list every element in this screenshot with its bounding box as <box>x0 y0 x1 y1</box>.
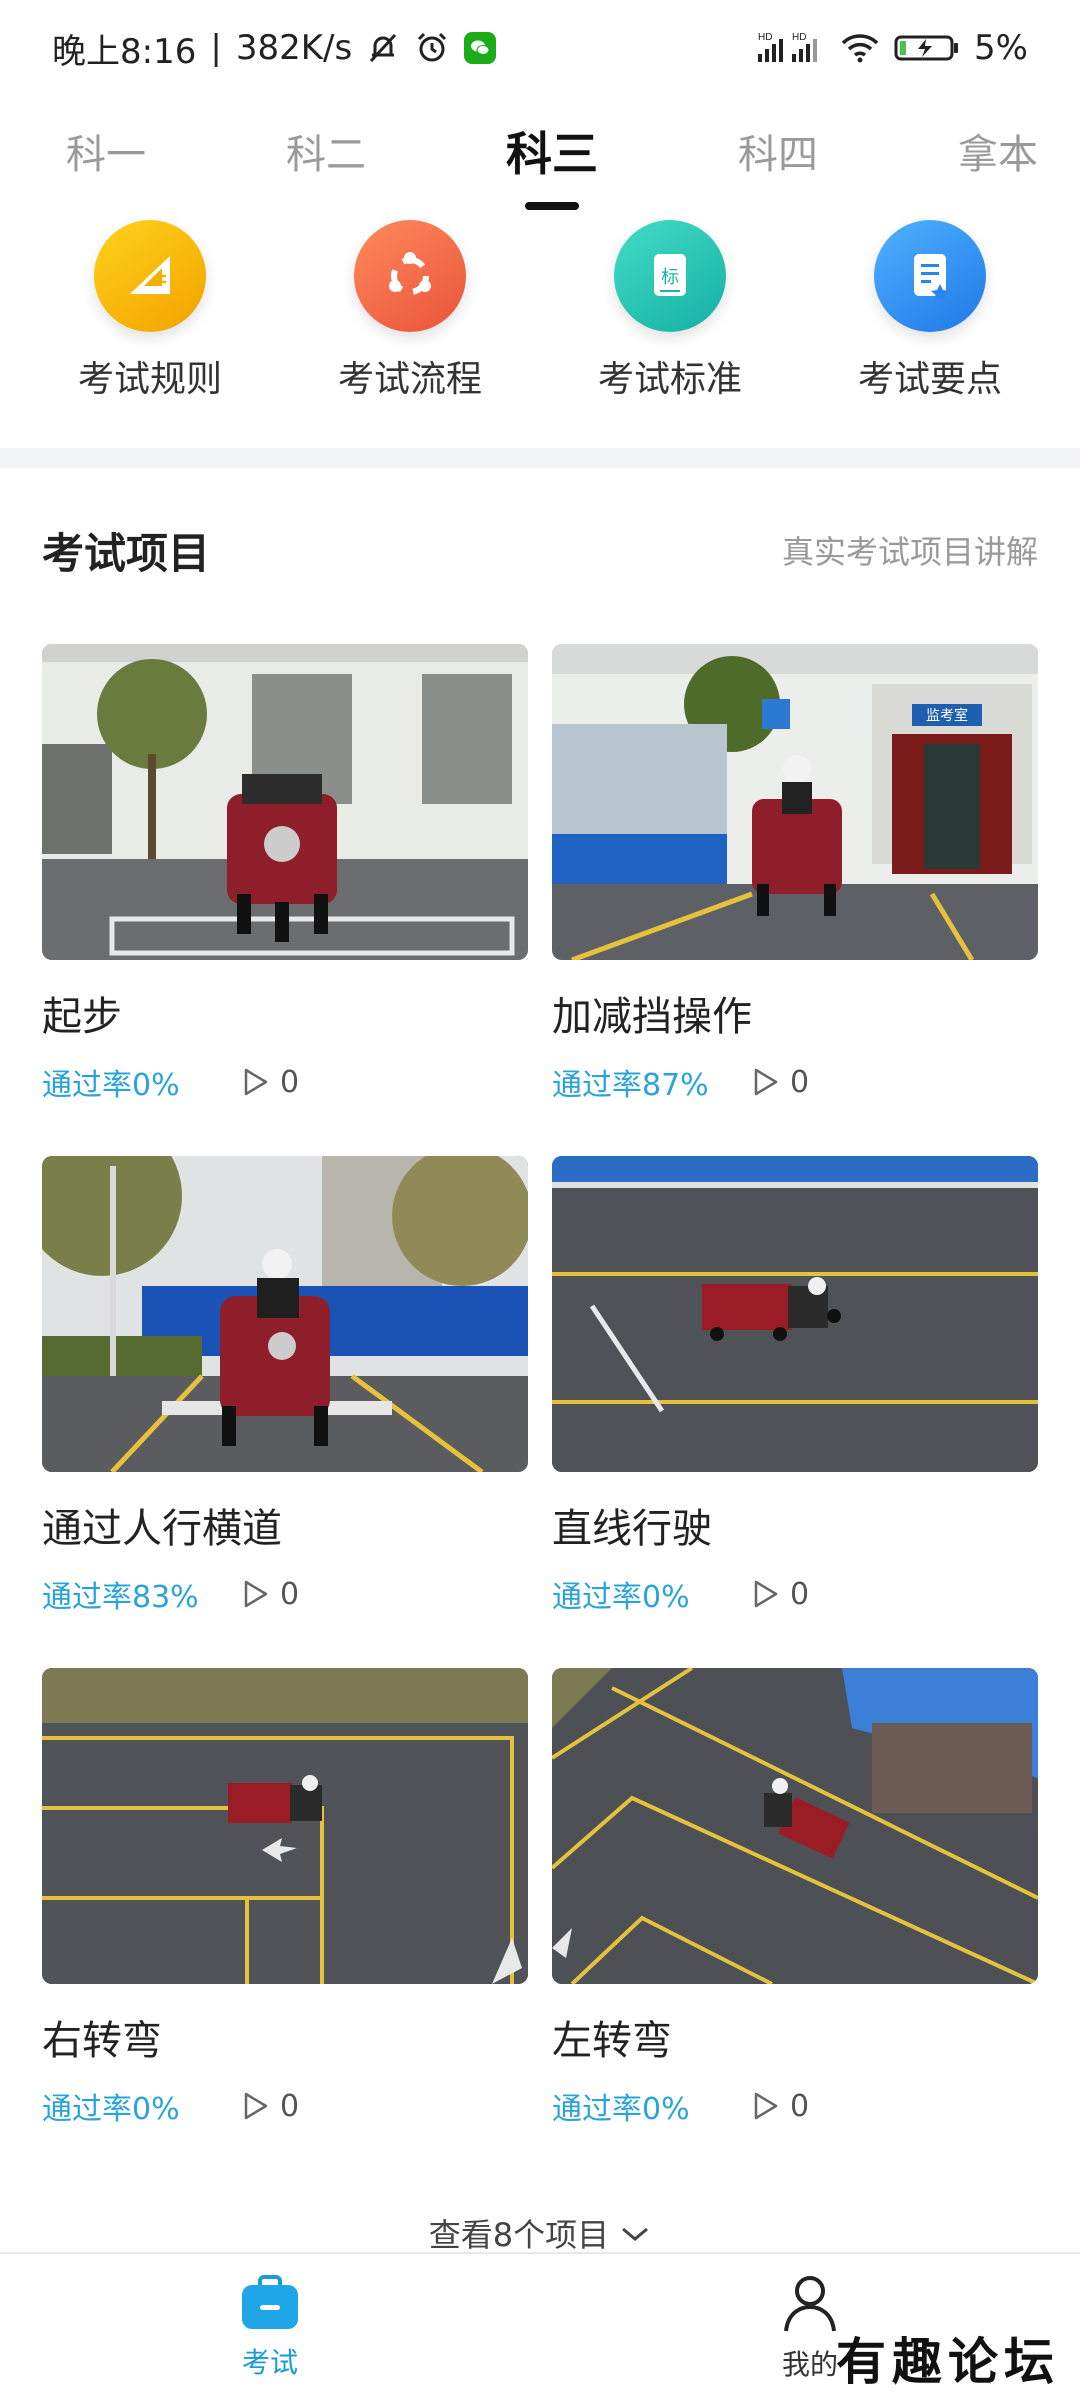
wechat-icon <box>464 32 497 64</box>
exam-item-title: 加减挡操作 <box>552 994 752 1040</box>
exam-item-meta: 通过率0% 0 <box>42 1060 528 1104</box>
exam-key-points-button[interactable]: 考试要点 <box>805 220 1055 440</box>
status-time: 晚上8:16 <box>52 31 197 72</box>
play-count-value: 0 <box>790 1576 810 1612</box>
video-thumbnail[interactable] <box>552 1668 1038 1984</box>
subject-tabs: 科一 科二 科三 科四 拿本 <box>0 96 1080 206</box>
play-icon <box>754 1580 778 1608</box>
status-right: HD HD 5% <box>756 28 1028 68</box>
exam-item-meta: 通过率0% 0 <box>42 2084 528 2128</box>
play-icon <box>754 2092 778 2120</box>
status-speed: 382K/s <box>235 28 353 68</box>
play-count: 0 <box>242 1065 299 1100</box>
ruler-icon <box>94 220 206 332</box>
video-thumbnail[interactable] <box>42 1668 528 1984</box>
tab-subject-4[interactable]: 科四 <box>738 112 818 190</box>
video-thumbnail[interactable]: 监考室 <box>552 644 1038 960</box>
pass-rate: 通过率0% <box>552 2092 690 2127</box>
play-count-value: 0 <box>280 1576 300 1612</box>
pass-rate: 通过率0% <box>42 1068 180 1103</box>
bell-mute-icon <box>366 31 400 65</box>
nav-exam[interactable]: 考试 <box>0 2254 540 2400</box>
battery-icon <box>894 32 960 64</box>
exam-process-button[interactable]: 考试流程 <box>285 220 535 440</box>
tab-get-license[interactable]: 拿本 <box>958 112 1038 190</box>
exam-standard-label: 考试标准 <box>597 359 742 400</box>
exam-item-meta: 通过率87% 0 <box>552 1060 1038 1104</box>
tab-subject-2[interactable]: 科二 <box>286 112 366 190</box>
person-icon <box>784 2276 836 2332</box>
exam-item-meta: 通过率0% 0 <box>552 1572 1038 1616</box>
exam-standard-button[interactable]: 标 考试标准 <box>545 220 795 440</box>
real-exam-explain-link[interactable]: 真实考试项目讲解 <box>782 527 1038 573</box>
play-icon <box>244 2092 268 2120</box>
play-icon <box>244 1580 268 1608</box>
exam-item-card[interactable]: 右转弯 通过率0% 0 <box>42 1668 528 2128</box>
chevron-down-icon <box>619 2214 651 2252</box>
exam-item-card[interactable]: 起步 通过率0% 0 <box>42 644 528 1104</box>
exam-rules-button[interactable]: 考试规则 <box>25 220 275 440</box>
exam-key-points-label: 考试要点 <box>857 359 1002 400</box>
exam-item-meta: 通过率83% 0 <box>42 1572 528 1616</box>
status-bar: 晚上8:16 | 382K/s HD HD 5% <box>0 0 1080 96</box>
exam-bag-icon <box>242 2275 298 2329</box>
play-count-value: 0 <box>280 2088 300 2124</box>
play-count: 0 <box>752 1577 809 1612</box>
exam-room-sign: 监考室 <box>926 707 968 724</box>
note-icon <box>874 220 986 332</box>
status-left: 晚上8:16 | 382K/s <box>52 24 497 73</box>
svg-text:HD: HD <box>792 32 806 43</box>
standard-doc-icon: 标 <box>614 220 726 332</box>
video-thumbnail[interactable] <box>42 644 528 960</box>
exam-rules-label: 考试规则 <box>77 359 222 400</box>
watermark-text: 有趣论坛 <box>836 2332 1060 2391</box>
cycle-icon <box>354 220 466 332</box>
pass-rate: 通过率0% <box>42 2092 180 2127</box>
nav-mine-label: 我的 <box>781 2348 838 2381</box>
svg-text:HD: HD <box>758 32 772 43</box>
view-all-items-button[interactable]: 查看8个项目 <box>0 2210 1080 2256</box>
wifi-icon <box>840 32 880 64</box>
tab-subject-3[interactable]: 科三 <box>506 108 598 194</box>
status-separator: | <box>210 28 222 68</box>
play-icon <box>754 1068 778 1096</box>
section-header: 考试项目 真实考试项目讲解 <box>42 500 1038 600</box>
play-count: 0 <box>242 1577 299 1612</box>
play-icon <box>244 1068 268 1096</box>
section-divider <box>0 448 1080 468</box>
section-title: 考试项目 <box>42 528 211 578</box>
exam-item-meta: 通过率0% 0 <box>552 2084 1038 2128</box>
exam-item-title: 右转弯 <box>42 2018 162 2064</box>
exam-item-card[interactable]: 直线行驶 通过率0% 0 <box>552 1156 1038 1616</box>
pass-rate: 通过率87% <box>552 1068 709 1103</box>
pass-rate: 通过率0% <box>552 1580 690 1615</box>
pass-rate: 通过率83% <box>42 1580 199 1615</box>
svg-text:标: 标 <box>661 267 679 288</box>
exam-item-card[interactable]: 左转弯 通过率0% 0 <box>552 1668 1038 2128</box>
exam-item-title: 通过人行横道 <box>42 1506 282 1552</box>
play-count-value: 0 <box>790 2088 810 2124</box>
play-count: 0 <box>752 1065 809 1100</box>
signal-icon: HD HD <box>756 30 826 66</box>
exam-item-title: 起步 <box>42 994 122 1040</box>
play-count-value: 0 <box>790 1064 810 1100</box>
quick-menu: 考试规则 考试流程 标 考试标准 考试要点 <box>0 220 1080 440</box>
tab-subject-1[interactable]: 科一 <box>66 112 146 190</box>
alarm-icon <box>414 30 450 66</box>
view-all-items-label: 查看8个项目 <box>428 2216 610 2254</box>
video-thumbnail[interactable] <box>42 1156 528 1472</box>
exam-item-grid: 起步 通过率0% 0 监考室 加减挡操作 通过率87% 0 通过人行横道 通过率… <box>42 644 1038 2128</box>
play-count: 0 <box>752 2089 809 2124</box>
play-count: 0 <box>242 2089 299 2124</box>
play-count-value: 0 <box>280 1064 300 1100</box>
battery-percent: 5% <box>974 28 1028 68</box>
nav-exam-label: 考试 <box>241 2346 298 2379</box>
exam-item-card[interactable]: 监考室 加减挡操作 通过率87% 0 <box>552 644 1038 1104</box>
exam-process-label: 考试流程 <box>337 359 482 400</box>
exam-item-title: 直线行驶 <box>552 1506 712 1552</box>
exam-item-title: 左转弯 <box>552 2018 672 2064</box>
video-thumbnail[interactable] <box>552 1156 1038 1472</box>
exam-item-card[interactable]: 通过人行横道 通过率83% 0 <box>42 1156 528 1616</box>
